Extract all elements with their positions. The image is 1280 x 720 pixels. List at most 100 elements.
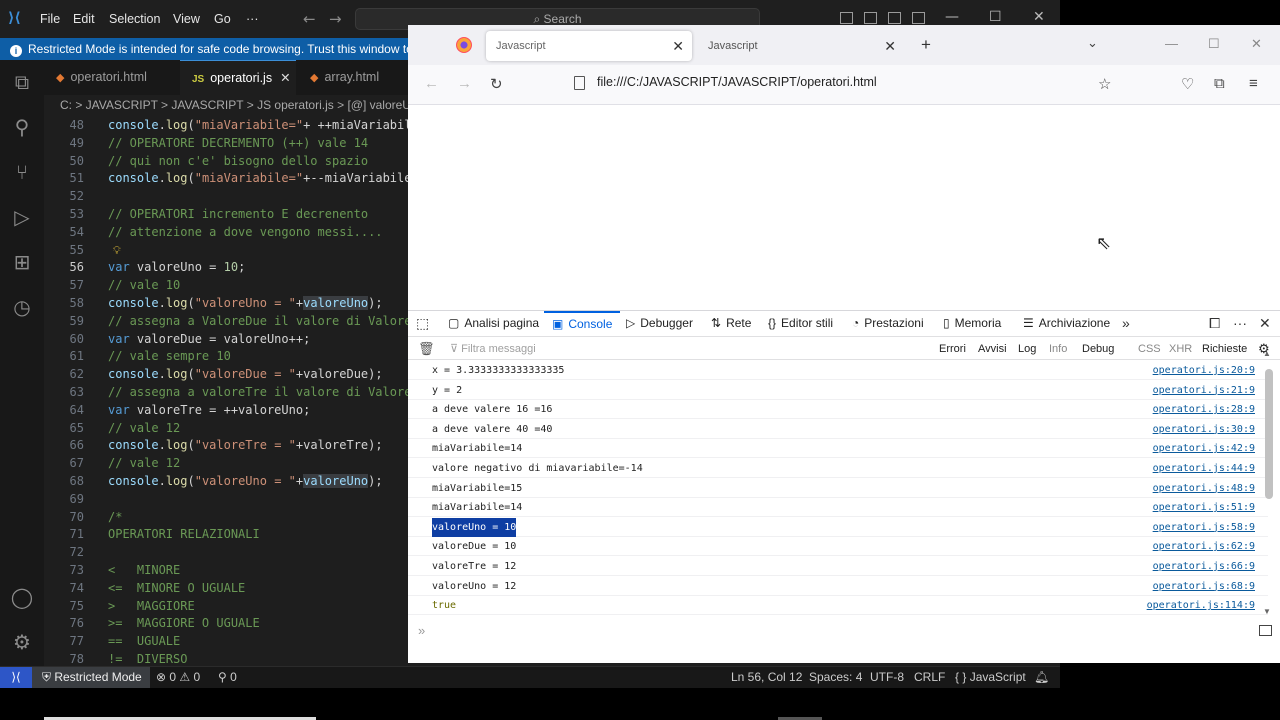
close-window-icon[interactable]: ✕ [1251,36,1262,52]
console-message[interactable]: valoreDue = 10 operatori.js:62:9 [408,537,1268,557]
code-line[interactable]: 62 console.log("valoreDue = "+valoreDue); [44,365,408,383]
notifications-bell-icon[interactable]: 🔔︎ [1034,667,1049,688]
console-message[interactable]: valoreTre = 12 operatori.js:66:9 [408,557,1268,576]
console-source-link[interactable]: operatori.js:66:9 [1153,557,1255,576]
code-line[interactable]: 67 // vale 12 [44,454,408,472]
reload-icon[interactable]: ↻ [490,75,503,93]
back-arrow-icon[interactable]: ← [424,75,439,92]
close-window-icon[interactable]: ✕ [1033,9,1045,25]
code-line[interactable]: 48 console.log("miaVariabile="+ ++miaVari… [44,116,408,134]
dock-options-icon[interactable]: ⧠ [1209,315,1220,332]
code-line[interactable]: 55 💡︎ [44,241,408,259]
code-line[interactable]: 76 >= MAGGIORE O UGUALE [44,614,408,632]
close-devtools-icon[interactable]: ✕ [1259,315,1271,332]
code-line[interactable]: 57 // vale 10 [44,276,408,294]
console-scrollbar[interactable] [1265,369,1273,499]
minimize-icon[interactable]: — [945,9,959,25]
console-input-prompt[interactable]: » [418,623,425,638]
console-source-link[interactable]: operatori.js:68:9 [1153,577,1255,596]
source-control-icon[interactable]: ⑂ [10,160,34,184]
forward-arrow-icon[interactable]: → [329,10,342,28]
browser-tab-1[interactable]: Javascript ✕ [486,31,692,61]
list-tabs-chevron-icon[interactable]: ⌄ [1087,35,1098,51]
code-line[interactable]: 60 var valoreDue = valoreUno++; [44,330,408,348]
console-message[interactable]: miaVariabile=15 operatori.js:48:9 [408,479,1268,498]
console-message[interactable]: true operatori.js:114:9 [408,596,1268,616]
explorer-icon[interactable]: ⧉ [10,70,34,94]
toggle-sidebar-icon[interactable] [840,12,853,24]
close-tab-icon[interactable]: ✕ [884,31,896,61]
console-message[interactable]: y = 2 operatori.js:21:9 [408,381,1268,400]
filter-warnings[interactable]: Avvisi [978,343,1007,355]
encoding-status[interactable]: UTF-8 [870,667,904,688]
menu-edit[interactable]: Edit [73,12,95,26]
close-tab-icon[interactable]: ✕ [280,71,290,85]
console-source-link[interactable]: operatori.js:51:9 [1153,498,1255,517]
search-icon[interactable]: ⚲ [10,115,34,139]
console-source-link[interactable]: operatori.js:58:9 [1153,518,1255,537]
problems-status[interactable]: ⊗ 0 ⚠ 0 [156,667,200,688]
code-line[interactable]: 77 == UGUALE [44,632,408,650]
code-line[interactable]: 58 console.log("valoreUno = "+valoreUno); [44,294,408,312]
console-message[interactable]: x = 3.3333333333333335 operatori.js:20:9 [408,361,1268,380]
eol-status[interactable]: CRLF [914,667,945,688]
code-line[interactable]: 72 [44,543,408,561]
console-message[interactable]: valoreUno = 10 operatori.js:58:9 [408,517,1268,537]
console-source-link[interactable]: operatori.js:20:9 [1153,361,1255,380]
remote-indicator-icon[interactable]: ⟩⟨ [0,667,32,688]
minimize-icon[interactable]: — [1165,36,1178,51]
menu-hamburger-icon[interactable]: ≡ [1249,75,1258,92]
scroll-up-icon[interactable]: ▲ [1263,349,1271,358]
accounts-icon[interactable]: ◯ [10,585,34,609]
pocket-icon[interactable]: ♡ [1181,75,1194,93]
tab-array-html[interactable]: ◆ array.html [298,60,408,95]
console-message[interactable]: miaVariabile=14 operatori.js:51:9 [408,498,1268,518]
menu-view[interactable]: View [173,12,200,26]
language-status[interactable]: { } JavaScript [955,667,1026,688]
code-line[interactable]: 51 console.log("miaVariabile="+--miaVaria… [44,169,408,187]
element-picker-icon[interactable]: ⬚ [416,315,429,332]
close-tab-icon[interactable]: ✕ [672,31,684,61]
console-source-link[interactable]: operatori.js:48:9 [1153,479,1255,498]
restricted-mode-status[interactable]: ⛨ Restricted Mode [32,667,150,688]
console-message[interactable]: a deve valere 16 =16 operatori.js:28:9 [408,400,1268,420]
tab-network[interactable]: ⇅ Rete [711,311,751,337]
code-line[interactable]: 68 console.log("valoreUno = "+valoreUno); [44,472,408,490]
remote-explorer-icon[interactable]: ◷ [10,295,34,319]
browser-tab-2[interactable]: Javascript ✕ [698,31,904,61]
run-debug-icon[interactable]: ▷ [10,205,34,229]
forward-arrow-icon[interactable]: → [457,75,472,92]
console-source-link[interactable]: operatori.js:114:9 [1147,596,1255,615]
filter-debug[interactable]: Debug [1082,343,1114,355]
code-line[interactable]: 52 [44,187,408,205]
tab-memory[interactable]: ▯ Memoria [943,311,1001,337]
new-tab-icon[interactable]: + [921,35,931,55]
code-line[interactable]: 59 // assegna a ValoreDue il valore di Va… [44,312,408,330]
filter-errors[interactable]: Errori [939,343,966,355]
tab-storage[interactable]: ☰ Archiviazione [1023,311,1110,337]
code-line[interactable]: 61 // vale sempre 10 [44,347,408,365]
code-line[interactable]: 50 // qui non c'e' bisogno dello spazio [44,152,408,170]
code-line[interactable]: 75 > MAGGIORE [44,597,408,615]
maximize-icon[interactable]: ☐ [989,9,1002,25]
code-line[interactable]: 63 // assegna a valoreTre il valore di Va… [44,383,408,401]
code-line[interactable]: 73 < MINORE [44,561,408,579]
scroll-down-icon[interactable]: ▼ [1263,607,1271,616]
filter-requests[interactable]: Richieste [1202,343,1247,355]
menu-selection[interactable]: Selection [109,12,160,26]
extensions-icon[interactable]: ⧉ [1214,75,1225,92]
code-line[interactable]: 64 var valoreTre = ++valoreUno; [44,401,408,419]
menu-file[interactable]: File [40,12,60,26]
more-tools-chevron-icon[interactable]: » [1122,315,1130,331]
code-line[interactable]: 69 [44,490,408,508]
back-arrow-icon[interactable]: ← [303,10,316,28]
tab-operatori-js[interactable]: JS operatori.js ✕ [180,60,296,95]
code-line[interactable]: 70 /* [44,508,408,526]
url-bar[interactable]: file:///C:/JAVASCRIPT/JAVASCRIPT/operato… [597,75,877,89]
bookmark-star-icon[interactable]: ☆ [1098,75,1111,93]
console-message[interactable]: valore negativo di miavariabile=-14 opera… [408,459,1268,478]
filter-css[interactable]: CSS [1138,343,1161,355]
code-line[interactable]: 49 // OPERATORE DECREMENTO (++) vale 14 [44,134,408,152]
console-message[interactable]: valoreUno = 12 operatori.js:68:9 [408,577,1268,596]
cursor-position[interactable]: Ln 56, Col 12 [731,667,802,688]
